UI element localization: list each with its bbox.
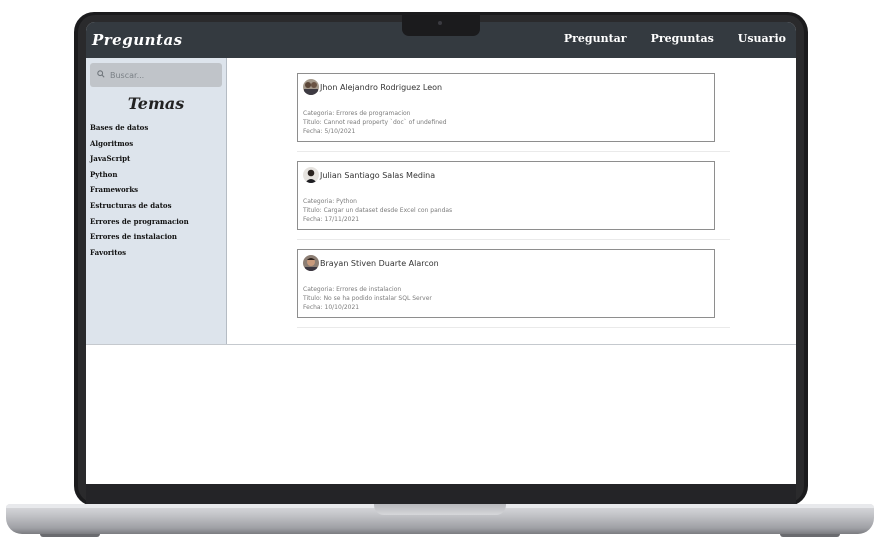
- question-title[interactable]: Titulo: No se ha podido instalar SQL Ser…: [303, 295, 432, 302]
- search-icon: [97, 70, 105, 78]
- topic-errores-de-programacion[interactable]: Errores de programacion: [90, 214, 189, 230]
- topics-list: Bases de datos Algoritmos JavaScript Pyt…: [90, 120, 189, 260]
- question-card[interactable]: Brayan Stiven Duarte Alarcon Categoria: …: [297, 249, 715, 318]
- camera-icon: [438, 21, 442, 25]
- question-date: Fecha: 5/10/2021: [303, 128, 356, 135]
- topics-title: Temas: [127, 94, 185, 113]
- question-category: Categoria: Errores de instalacion: [303, 286, 402, 293]
- question-title[interactable]: Titulo: Cargar un dataset desde Excel co…: [303, 207, 452, 214]
- avatar: [303, 167, 319, 183]
- topic-python[interactable]: Python: [90, 167, 189, 183]
- question-date: Fecha: 10/10/2021: [303, 304, 360, 311]
- topic-frameworks[interactable]: Frameworks: [90, 182, 189, 198]
- topic-javascript[interactable]: JavaScript: [90, 151, 189, 167]
- topic-estructuras-de-datos[interactable]: Estructuras de datos: [90, 198, 189, 214]
- laptop-foot-right: [780, 534, 840, 537]
- nav-link-usuario[interactable]: Usuario: [738, 32, 786, 45]
- question-date: Fecha: 17/11/2021: [303, 216, 360, 223]
- question-author[interactable]: Jhon Alejandro Rodriguez Leon: [320, 83, 442, 92]
- app-screen: Preguntas Preguntar Preguntas Usuario Te…: [86, 22, 796, 484]
- topic-algoritmos[interactable]: Algoritmos: [90, 136, 189, 152]
- avatar: [303, 79, 319, 95]
- content-divider: [86, 344, 796, 345]
- search-input[interactable]: [110, 68, 210, 82]
- nav-link-preguntar[interactable]: Preguntar: [564, 32, 627, 45]
- sidebar: Temas Bases de datos Algoritmos JavaScri…: [86, 58, 227, 344]
- card-separator: [297, 327, 730, 328]
- question-category: Categoria: Errores de programacion: [303, 110, 411, 117]
- search-box: [90, 63, 222, 87]
- brand-logo[interactable]: Preguntas: [92, 31, 183, 49]
- question-card[interactable]: Julian Santiago Salas Medina Categoria: …: [297, 161, 715, 230]
- topic-bases-de-datos[interactable]: Bases de datos: [90, 120, 189, 136]
- nav-link-preguntas[interactable]: Preguntas: [651, 32, 714, 45]
- avatar: [303, 255, 319, 271]
- laptop-chin: [86, 484, 796, 504]
- topic-errores-de-instalacion[interactable]: Errores de instalacion: [90, 229, 189, 245]
- nav-links: Preguntar Preguntas Usuario: [564, 32, 786, 45]
- card-separator: [297, 151, 730, 152]
- laptop-foot-left: [40, 534, 100, 537]
- question-category: Categoria: Python: [303, 198, 357, 205]
- question-card[interactable]: Jhon Alejandro Rodriguez Leon Categoria:…: [297, 73, 715, 142]
- question-author[interactable]: Brayan Stiven Duarte Alarcon: [320, 259, 439, 268]
- question-author[interactable]: Julian Santiago Salas Medina: [320, 171, 435, 180]
- laptop-thumb-notch: [374, 504, 506, 515]
- topic-favoritos[interactable]: Favoritos: [90, 245, 189, 261]
- question-title[interactable]: Titulo: Cannot read property `doc` of un…: [303, 119, 447, 126]
- card-separator: [297, 239, 730, 240]
- camera-notch: [402, 14, 480, 36]
